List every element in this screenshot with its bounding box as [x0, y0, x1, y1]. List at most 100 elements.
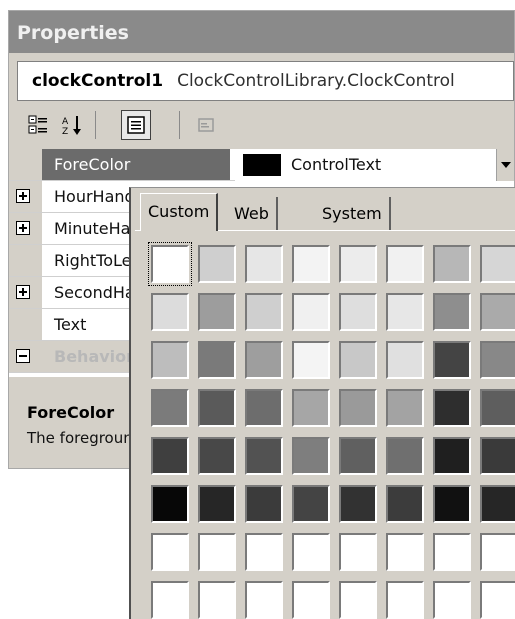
color-cell[interactable]	[433, 341, 471, 379]
color-cell[interactable]	[198, 341, 236, 379]
color-cell[interactable]	[480, 485, 515, 523]
color-cell[interactable]	[292, 341, 330, 379]
expand-plus-icon[interactable]	[16, 285, 30, 299]
color-cell[interactable]	[198, 485, 236, 523]
color-cell[interactable]	[386, 581, 424, 619]
color-cell[interactable]	[480, 437, 515, 475]
color-cell[interactable]	[198, 389, 236, 427]
color-cell[interactable]	[433, 485, 471, 523]
dropdown-arrow-icon[interactable]	[496, 149, 514, 181]
color-cell[interactable]	[433, 581, 471, 619]
property-value-editor[interactable]: ControlText	[235, 149, 514, 181]
property-pages-icon	[198, 118, 214, 132]
color-cell[interactable]	[245, 485, 283, 523]
color-cell[interactable]	[386, 437, 424, 475]
color-picker-dropdown: Custom Web System	[129, 187, 515, 619]
color-cell[interactable]	[480, 533, 515, 571]
color-cell[interactable]	[480, 341, 515, 379]
alphabetical-icon: A Z	[62, 116, 81, 136]
window-title: Properties	[9, 11, 514, 53]
toolbar: A Z	[9, 103, 514, 149]
color-cell[interactable]	[386, 533, 424, 571]
color-cell[interactable]	[386, 245, 424, 283]
color-cell[interactable]	[480, 245, 515, 283]
color-cell[interactable]	[292, 293, 330, 331]
row-gutter	[9, 245, 42, 276]
properties-button[interactable]	[121, 110, 151, 140]
color-cell[interactable]	[339, 389, 377, 427]
color-cell[interactable]	[433, 437, 471, 475]
color-cell[interactable]	[292, 245, 330, 283]
color-cell[interactable]	[245, 533, 283, 571]
color-cell[interactable]	[151, 437, 189, 475]
color-cell[interactable]	[292, 485, 330, 523]
row-gutter	[9, 309, 42, 340]
object-type: ClockControlLibrary.ClockControl	[177, 71, 455, 91]
color-cell[interactable]	[433, 293, 471, 331]
color-cell[interactable]	[245, 245, 283, 283]
color-cell[interactable]	[198, 245, 236, 283]
color-cell[interactable]	[386, 341, 424, 379]
property-label: ForeColor	[54, 155, 131, 174]
color-cell[interactable]	[339, 245, 377, 283]
color-cell[interactable]	[480, 581, 515, 619]
categorized-icon	[28, 115, 47, 134]
toolbar-separator	[179, 111, 180, 139]
color-cell[interactable]	[386, 389, 424, 427]
property-row-forecolor[interactable]: ForeColor ControlText	[9, 149, 514, 181]
color-cell[interactable]	[433, 533, 471, 571]
categorized-button[interactable]	[23, 110, 53, 140]
color-cell[interactable]	[151, 581, 189, 619]
object-selector[interactable]: clockControl1 ClockControlLibrary.ClockCo…	[17, 61, 514, 101]
color-cell[interactable]	[245, 389, 283, 427]
color-cell[interactable]	[339, 293, 377, 331]
color-cell[interactable]	[386, 485, 424, 523]
color-cell[interactable]	[292, 533, 330, 571]
color-cell[interactable]	[198, 437, 236, 475]
color-cell[interactable]	[339, 533, 377, 571]
tab-custom[interactable]: Custom	[140, 193, 219, 231]
color-swatch	[243, 154, 281, 176]
color-cell[interactable]	[198, 533, 236, 571]
color-cell[interactable]	[292, 389, 330, 427]
properties-icon	[127, 116, 145, 134]
collapse-minus-icon[interactable]	[16, 349, 30, 363]
color-cell[interactable]	[151, 533, 189, 571]
expand-plus-icon[interactable]	[16, 221, 30, 235]
color-cell[interactable]	[480, 389, 515, 427]
color-cell[interactable]	[339, 485, 377, 523]
row-gutter	[9, 149, 42, 180]
tab-system[interactable]: System	[315, 197, 391, 230]
category-label: Behavior	[54, 347, 135, 366]
color-cell[interactable]	[198, 293, 236, 331]
color-cell[interactable]	[245, 581, 283, 619]
color-cell[interactable]	[198, 581, 236, 619]
color-cell[interactable]	[292, 437, 330, 475]
color-cell[interactable]	[151, 389, 189, 427]
color-cell[interactable]	[151, 341, 189, 379]
color-cell[interactable]	[151, 293, 189, 331]
color-cell[interactable]	[386, 293, 424, 331]
color-cell[interactable]	[292, 581, 330, 619]
color-cell[interactable]	[433, 389, 471, 427]
color-cell[interactable]	[339, 581, 377, 619]
object-name: clockControl1	[32, 71, 164, 91]
property-label: HourHand	[54, 187, 135, 206]
color-cell[interactable]	[433, 245, 471, 283]
color-cell[interactable]	[148, 242, 192, 286]
color-cell[interactable]	[480, 293, 515, 331]
alphabetical-button[interactable]: A Z	[57, 110, 87, 140]
color-cell[interactable]	[339, 341, 377, 379]
property-value: ControlText	[291, 155, 382, 174]
color-cell[interactable]	[339, 437, 377, 475]
property-pages-button[interactable]	[191, 110, 221, 140]
property-label: Text	[54, 315, 87, 334]
color-palette-grid	[135, 230, 515, 619]
color-cell[interactable]	[245, 293, 283, 331]
toolbar-separator	[95, 111, 96, 139]
color-cell[interactable]	[151, 485, 189, 523]
expand-plus-icon[interactable]	[16, 189, 30, 203]
color-cell[interactable]	[245, 341, 283, 379]
tab-web[interactable]: Web	[227, 197, 278, 230]
color-cell[interactable]	[245, 437, 283, 475]
